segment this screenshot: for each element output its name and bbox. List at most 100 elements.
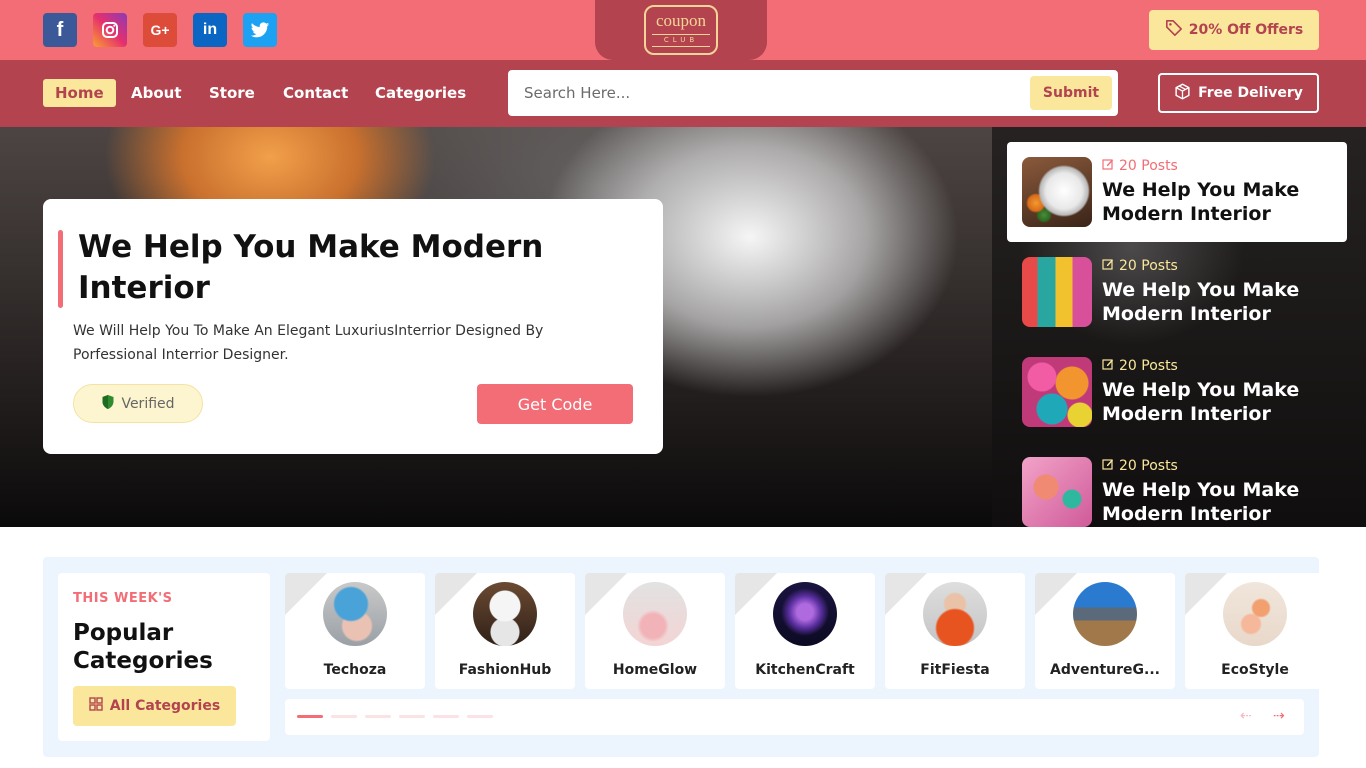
post-title[interactable]: We Help You Make Modern Interior (1102, 278, 1332, 326)
shield-icon (101, 394, 115, 414)
category-avatar (623, 582, 687, 646)
search-bar: Submit (508, 70, 1118, 116)
post-item[interactable]: 20 Posts We Help You Make Modern Interio… (1007, 342, 1347, 442)
card-corner (435, 573, 477, 615)
slider-dot[interactable] (399, 715, 425, 718)
category-avatar (773, 582, 837, 646)
category-slider-controls: ⇠ ⇢ (285, 699, 1304, 735)
arrow-left-icon[interactable]: ⇠ (1240, 708, 1252, 724)
category-name: FitFiesta (920, 662, 990, 678)
slider-dot[interactable] (365, 715, 391, 718)
nav-item-home[interactable]: Home (43, 79, 116, 107)
nav-item-categories[interactable]: Categories (375, 79, 466, 107)
post-meta: 20 Posts (1102, 258, 1178, 274)
verified-label: Verified (121, 395, 175, 412)
category-name: FashionHub (458, 662, 552, 678)
all-categories-button[interactable]: All Categories (73, 686, 236, 726)
slider-dot[interactable] (331, 715, 357, 718)
logo-subtext: CLUB (652, 34, 710, 47)
category-card[interactable]: FitFiesta (885, 573, 1025, 689)
edit-icon (1102, 458, 1114, 474)
popular-categories-section: THIS WEEK'S Popular Categories All Categ… (43, 557, 1319, 757)
edit-icon (1102, 158, 1114, 174)
post-meta: 20 Posts (1102, 358, 1178, 374)
category-name: HomeGlow (612, 662, 698, 678)
category-card[interactable]: Techoza (285, 573, 425, 689)
post-count: 20 Posts (1119, 258, 1178, 274)
nav-bar: Home About Store Contact Categories Subm… (0, 60, 1366, 127)
category-avatar (473, 582, 537, 646)
post-meta: 20 Posts (1102, 458, 1178, 474)
category-card[interactable]: EcoStyle (1185, 573, 1319, 689)
featured-posts-sidebar: 20 Posts We Help You Make Modern Interio… (992, 127, 1366, 527)
category-avatar (1073, 582, 1137, 646)
category-card[interactable]: KitchenCraft (735, 573, 875, 689)
category-name: EcoStyle (1221, 662, 1289, 678)
top-bar: f G+ in coupon CLUB 20% Off Offers (0, 0, 1366, 60)
twitter-icon[interactable] (243, 13, 277, 47)
category-card[interactable]: FashionHub (435, 573, 575, 689)
logo-text: coupon (655, 11, 707, 30)
post-title[interactable]: We Help You Make Modern Interior (1102, 378, 1332, 426)
categories-intro: THIS WEEK'S Popular Categories All Categ… (58, 573, 270, 741)
card-corner (885, 573, 927, 615)
post-count: 20 Posts (1119, 358, 1178, 374)
category-name: AdventureG... (1050, 662, 1160, 678)
nav-item-store[interactable]: Store (209, 79, 255, 107)
hero-card: We Help You Make Modern Interior We Will… (43, 199, 663, 454)
free-delivery-label: Free Delivery (1198, 85, 1303, 101)
categories-eyebrow: THIS WEEK'S (73, 591, 173, 606)
post-thumbnail (1022, 457, 1092, 527)
post-count: 20 Posts (1119, 458, 1178, 474)
slider-dot[interactable] (467, 715, 493, 718)
hero-banner: We Help You Make Modern Interior We Will… (0, 127, 992, 527)
box-icon (1174, 83, 1191, 104)
post-thumbnail (1022, 157, 1092, 227)
post-count: 20 Posts (1119, 158, 1178, 174)
card-corner (735, 573, 777, 615)
card-corner (1035, 573, 1077, 615)
category-avatar (923, 582, 987, 646)
get-code-button[interactable]: Get Code (477, 384, 633, 424)
slider-dot[interactable] (433, 715, 459, 718)
facebook-icon[interactable]: f (43, 13, 77, 47)
instagram-icon[interactable] (93, 13, 127, 47)
category-avatar (323, 582, 387, 646)
card-corner (285, 573, 327, 615)
offers-button[interactable]: 20% Off Offers (1149, 10, 1319, 50)
free-delivery-button[interactable]: Free Delivery (1158, 73, 1319, 113)
slider-dot[interactable] (297, 715, 323, 718)
nav-item-contact[interactable]: Contact (283, 79, 348, 107)
nav-item-about[interactable]: About (131, 79, 182, 107)
category-card[interactable]: HomeGlow (585, 573, 725, 689)
post-item[interactable]: 20 Posts We Help You Make Modern Interio… (1007, 242, 1347, 342)
verified-badge: Verified (73, 384, 203, 423)
all-categories-label: All Categories (109, 698, 221, 714)
post-item[interactable]: 20 Posts We Help You Make Modern Interio… (1007, 442, 1347, 527)
post-thumbnail (1022, 357, 1092, 427)
offers-label: 20% Off Offers (1188, 22, 1304, 38)
category-avatar (1223, 582, 1287, 646)
card-corner (585, 573, 627, 615)
edit-icon (1102, 358, 1114, 374)
category-card[interactable]: AdventureG... (1035, 573, 1175, 689)
linkedin-icon[interactable]: in (193, 13, 227, 47)
logo-tab: coupon CLUB (595, 0, 767, 60)
hero-title: We Help You Make Modern Interior (78, 229, 544, 306)
category-name: Techoza (323, 662, 387, 678)
hero-description: We Will Help You To Make An Elegant Luxu… (73, 323, 544, 363)
arrow-right-icon[interactable]: ⇢ (1273, 708, 1285, 724)
hero-accent-bar (58, 230, 63, 308)
search-input[interactable] (508, 70, 1018, 116)
google-plus-icon[interactable]: G+ (143, 13, 177, 47)
post-meta: 20 Posts (1102, 158, 1178, 174)
post-title[interactable]: We Help You Make Modern Interior (1102, 178, 1332, 226)
category-name: KitchenCraft (755, 662, 855, 678)
submit-button[interactable]: Submit (1030, 76, 1112, 110)
post-title[interactable]: We Help You Make Modern Interior (1102, 478, 1332, 526)
tag-icon (1165, 19, 1183, 41)
edit-icon (1102, 258, 1114, 274)
post-thumbnail (1022, 257, 1092, 327)
site-logo[interactable]: coupon CLUB (644, 5, 718, 55)
post-item[interactable]: 20 Posts We Help You Make Modern Interio… (1007, 142, 1347, 242)
